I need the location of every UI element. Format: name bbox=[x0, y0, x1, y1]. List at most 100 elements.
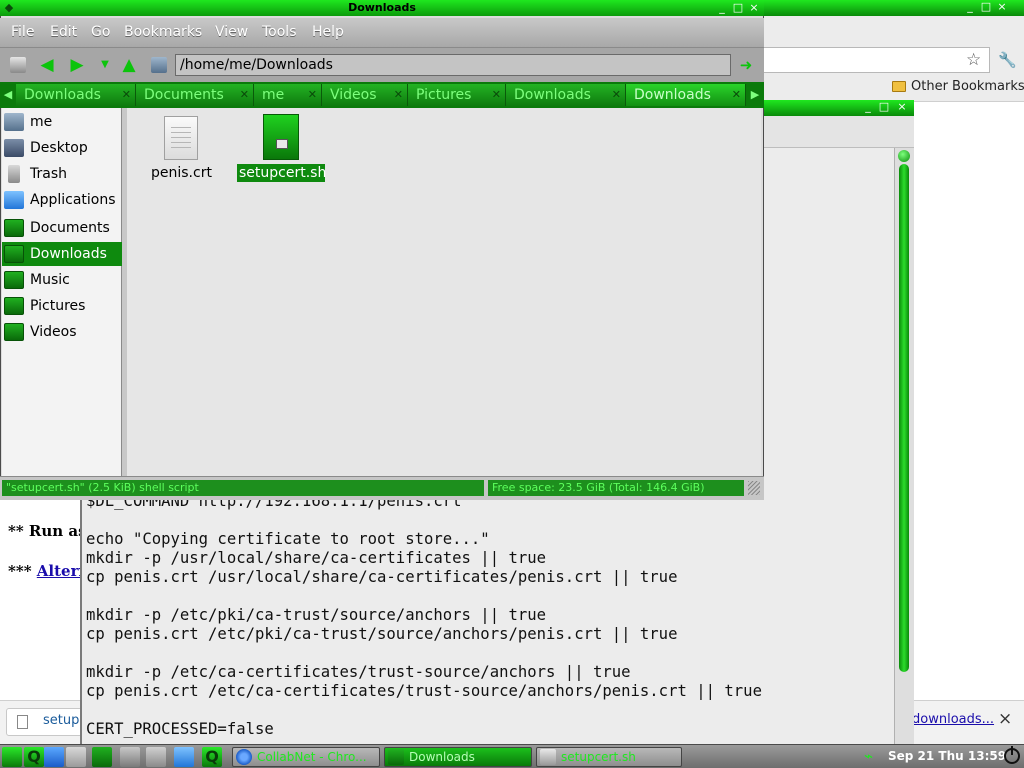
menu-view[interactable]: View bbox=[215, 24, 248, 40]
file-item-penis-crt[interactable]: penis.crt bbox=[149, 116, 213, 182]
sidebar-item-label: Documents bbox=[30, 220, 110, 236]
status-bar: "setupcert.sh" (2.5 KiB) shell script Fr… bbox=[0, 476, 764, 500]
folder-icon bbox=[4, 245, 24, 263]
script-icon bbox=[263, 114, 299, 160]
sidebar-item-applications[interactable]: Applications bbox=[2, 188, 122, 212]
code-line: mkdir -p /etc/ca-certificates/trust-sour… bbox=[86, 663, 631, 681]
home-icon[interactable] bbox=[151, 57, 167, 73]
tab-videos[interactable]: Videos ✕ bbox=[322, 84, 408, 106]
sidebar-item-label: Music bbox=[30, 272, 70, 288]
folder-icon bbox=[4, 271, 24, 289]
sidebar-item-desktop[interactable]: Desktop bbox=[2, 136, 122, 160]
places-sidebar: me Desktop Trash Applications Documents … bbox=[2, 108, 122, 476]
tab-scroll-right-icon[interactable]: ▶ bbox=[749, 86, 761, 104]
window-menu-icon[interactable]: ◆ bbox=[3, 0, 15, 15]
menu-bookmarks[interactable]: Bookmarks bbox=[124, 24, 202, 40]
tab-pictures[interactable]: Pictures ✕ bbox=[408, 84, 506, 106]
star-icon[interactable]: ☆ bbox=[966, 51, 984, 69]
network-status-icon[interactable]: ⌁ bbox=[864, 748, 882, 764]
launcher-folder-icon[interactable] bbox=[92, 747, 112, 767]
sidebar-item-downloads[interactable]: Downloads bbox=[2, 242, 122, 266]
home-icon bbox=[4, 113, 24, 131]
launcher-download-icon[interactable] bbox=[174, 747, 194, 767]
start-menu-icon[interactable] bbox=[2, 747, 22, 767]
task-button-downloads[interactable]: Downloads bbox=[384, 747, 532, 767]
power-icon[interactable] bbox=[1004, 746, 1020, 764]
launcher-window-icon[interactable] bbox=[66, 747, 86, 767]
menu-bar: File Edit Go Bookmarks View Tools Help bbox=[0, 18, 764, 48]
launcher-mail-icon[interactable] bbox=[146, 747, 166, 767]
wrench-icon[interactable]: 🔧 bbox=[998, 51, 1017, 69]
file-name: penis.crt bbox=[151, 165, 212, 181]
go-icon[interactable]: ➜ bbox=[735, 54, 757, 76]
maximize-button[interactable]: □ bbox=[732, 0, 744, 15]
document-icon bbox=[164, 116, 198, 160]
menu-help[interactable]: Help bbox=[312, 24, 344, 40]
code-line: cp penis.crt /usr/local/share/ca-certifi… bbox=[86, 568, 678, 586]
download-item[interactable]: setupc bbox=[6, 708, 86, 736]
browser-close-button[interactable]: × bbox=[996, 1, 1008, 13]
other-bookmarks-label: Other Bookmarks bbox=[911, 79, 1024, 94]
menu-edit[interactable]: Edit bbox=[50, 24, 77, 40]
close-button[interactable]: × bbox=[748, 0, 760, 15]
tab-me[interactable]: me ✕ bbox=[254, 84, 322, 106]
sidebar-item-videos[interactable]: Videos bbox=[2, 320, 122, 344]
minimize-button[interactable]: _ bbox=[716, 0, 728, 15]
clock[interactable]: Sep 21 Thu 13:59 bbox=[888, 749, 1006, 763]
sidebar-item-trash[interactable]: Trash bbox=[2, 162, 122, 186]
browser-minimize-button[interactable]: _ bbox=[964, 1, 976, 13]
task-label: CollabNet - Chro... bbox=[257, 750, 367, 764]
tab-documents[interactable]: Documents ✕ bbox=[136, 84, 254, 106]
browser-maximize-button[interactable]: □ bbox=[980, 1, 992, 13]
editor-close-button[interactable]: × bbox=[896, 100, 908, 114]
back-icon[interactable]: ◀ bbox=[36, 54, 58, 76]
close-tab-icon[interactable]: ✕ bbox=[240, 84, 249, 106]
sidebar-item-pictures[interactable]: Pictures bbox=[2, 294, 122, 318]
file-view[interactable]: penis.crt setupcert.sh bbox=[127, 108, 761, 476]
tab-downloads-1[interactable]: Downloads ✕ bbox=[16, 84, 136, 106]
file-item-setupcert-sh[interactable]: setupcert.sh bbox=[237, 114, 326, 182]
path-input[interactable]: /home/me/Downloads bbox=[175, 54, 731, 76]
sidebar-item-me[interactable]: me bbox=[2, 110, 122, 134]
task-button-setupcert[interactable]: setupcert.sh bbox=[536, 747, 682, 767]
close-tab-icon[interactable]: ✕ bbox=[394, 84, 403, 106]
tab-downloads-2[interactable]: Downloads ✕ bbox=[506, 84, 626, 106]
menu-tools[interactable]: Tools bbox=[262, 24, 297, 40]
editor-maximize-button[interactable]: □ bbox=[878, 100, 890, 114]
launcher-network-icon[interactable] bbox=[44, 747, 64, 767]
editor-minimize-button[interactable]: _ bbox=[862, 100, 874, 114]
page-alternative-line: *** Altern bbox=[8, 562, 89, 580]
chromium-icon bbox=[236, 749, 252, 765]
new-tab-icon[interactable] bbox=[10, 57, 26, 73]
sidebar-item-documents[interactable]: Documents bbox=[2, 216, 122, 240]
launcher-q-icon[interactable]: Q bbox=[24, 747, 44, 767]
launcher-settings-icon[interactable] bbox=[120, 747, 140, 767]
resize-grip-icon[interactable] bbox=[748, 481, 760, 495]
editor-code[interactable]: $DL_COMMAND http://192.168.1.1/penis.crt… bbox=[86, 492, 762, 739]
show-all-downloads-link[interactable]: downloads... bbox=[912, 712, 994, 727]
task-button-chromium[interactable]: CollabNet - Chro... bbox=[232, 747, 380, 767]
sidebar-item-music[interactable]: Music bbox=[2, 268, 122, 292]
browser-omnibox[interactable] bbox=[764, 47, 990, 73]
history-dropdown-icon[interactable]: ▼ bbox=[94, 54, 116, 76]
editor-scrollbar[interactable] bbox=[894, 148, 914, 744]
tab-scroll-left-icon[interactable]: ◀ bbox=[2, 86, 14, 104]
bookmarks-bar: Other Bookmarks bbox=[764, 74, 1024, 102]
close-tab-icon[interactable]: ✕ bbox=[732, 84, 741, 106]
close-tab-icon[interactable]: ✕ bbox=[308, 84, 317, 106]
folder-icon bbox=[4, 297, 24, 315]
close-tab-icon[interactable]: ✕ bbox=[492, 84, 501, 106]
close-tab-icon[interactable]: ✕ bbox=[612, 84, 621, 106]
close-icon[interactable]: × bbox=[998, 709, 1012, 729]
menu-file[interactable]: File bbox=[11, 24, 34, 40]
up-icon[interactable]: ▲ bbox=[118, 54, 140, 76]
scroll-up-button[interactable] bbox=[898, 150, 910, 162]
menu-go[interactable]: Go bbox=[91, 24, 110, 40]
scroll-thumb[interactable] bbox=[899, 164, 909, 672]
forward-icon[interactable]: ▶ bbox=[66, 54, 88, 76]
launcher-qterm-icon[interactable]: Q bbox=[202, 747, 222, 767]
tab-downloads-active[interactable]: Downloads ✕ bbox=[626, 84, 746, 106]
close-tab-icon[interactable]: ✕ bbox=[122, 84, 131, 106]
sidebar-item-label: Downloads bbox=[30, 246, 107, 262]
other-bookmarks-item[interactable]: Other Bookmarks bbox=[892, 79, 1024, 94]
